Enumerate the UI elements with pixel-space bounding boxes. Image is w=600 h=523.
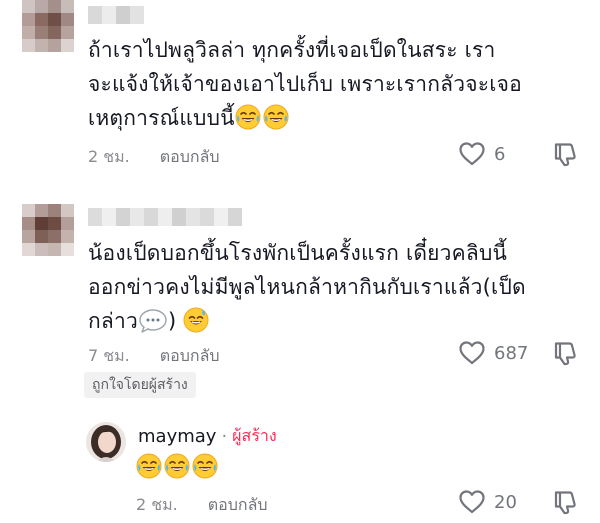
reply-header: maymay · ผู้สร้าง <box>138 424 277 449</box>
comment-line: จะแจ้งให้เจ้าของเอาไปเก็บ เพราะเรากลัวจะ… <box>88 72 522 96</box>
joy-emoji-icon <box>263 104 289 130</box>
comment-meta: 7 ชม. ตอบกลับ <box>88 344 220 369</box>
user-photo-icon <box>86 422 126 462</box>
avatar[interactable] <box>22 0 74 52</box>
comment-line: ถ้าเราไปพลูวิลล่า ทุกครั้งที่เจอเป็ดในสร… <box>88 38 496 62</box>
joy-emoji-icon <box>136 453 162 479</box>
reply-button[interactable]: ตอบกลับ <box>160 145 220 170</box>
heart-icon <box>458 489 486 515</box>
comment-line-text: เหตุการณ์แบบนี้ <box>88 106 235 130</box>
username-blurred[interactable] <box>88 208 242 226</box>
comment-text: น้องเป็ดบอกขึ้นโรงพักเป็นครั้งแรก เดี๋ยว… <box>88 236 526 338</box>
heart-icon <box>458 141 486 167</box>
sweat-smile-emoji-icon <box>183 307 209 333</box>
comment-line-text: ) <box>167 309 177 333</box>
heart-icon <box>458 340 486 366</box>
comment-meta: 2 ชม. ตอบกลับ <box>88 145 220 170</box>
thumbs-down-icon <box>552 340 578 366</box>
comment-time: 7 ชม. <box>88 346 130 365</box>
like-count: 687 <box>494 342 529 364</box>
dislike-button[interactable] <box>552 340 578 366</box>
comment-line: เหตุการณ์แบบนี้ <box>88 101 522 135</box>
reply-text <box>136 450 220 484</box>
reply-avatar[interactable] <box>86 422 126 462</box>
joy-emoji-icon <box>192 453 218 479</box>
speech-bubble-icon <box>139 309 167 333</box>
comment-time: 2 ชม. <box>88 147 130 166</box>
thumbs-down-icon <box>552 141 578 167</box>
reply-username[interactable]: maymay <box>138 426 216 447</box>
username-blurred[interactable] <box>88 6 144 24</box>
like-button[interactable]: 687 <box>458 340 528 366</box>
like-count: 20 <box>494 491 517 513</box>
thumbs-down-icon <box>552 489 578 515</box>
comment-line: กล่าว ) <box>88 304 526 338</box>
separator-dot: · <box>221 426 228 447</box>
reply-button[interactable]: ตอบกลับ <box>208 493 268 518</box>
like-button[interactable]: 20 <box>458 489 517 515</box>
comment-text: ถ้าเราไปพลูวิลล่า ทุกครั้งที่เจอเป็ดในสร… <box>88 33 522 135</box>
like-count: 6 <box>494 143 506 165</box>
reply-meta: 2 ชม. ตอบกลับ <box>136 493 268 518</box>
reply-button[interactable]: ตอบกลับ <box>160 344 220 369</box>
reply-time: 2 ชม. <box>136 495 178 514</box>
joy-emoji-icon <box>164 453 190 479</box>
creator-liked-badge: ถูกใจโดยผู้สร้าง <box>84 372 196 398</box>
creator-label: ผู้สร้าง <box>232 426 277 445</box>
comment-line: ออกข่าวคงไม่มีพูลไหนกล้าหากินกับเราแล้ว(… <box>88 275 526 299</box>
avatar[interactable] <box>22 204 74 256</box>
comment-line-text: กล่าว <box>88 309 138 333</box>
like-button[interactable]: 6 <box>458 141 505 167</box>
dislike-button[interactable] <box>552 489 578 515</box>
comment-line: น้องเป็ดบอกขึ้นโรงพักเป็นครั้งแรก เดี๋ยว… <box>88 241 508 265</box>
joy-emoji-icon <box>235 104 261 130</box>
dislike-button[interactable] <box>552 141 578 167</box>
